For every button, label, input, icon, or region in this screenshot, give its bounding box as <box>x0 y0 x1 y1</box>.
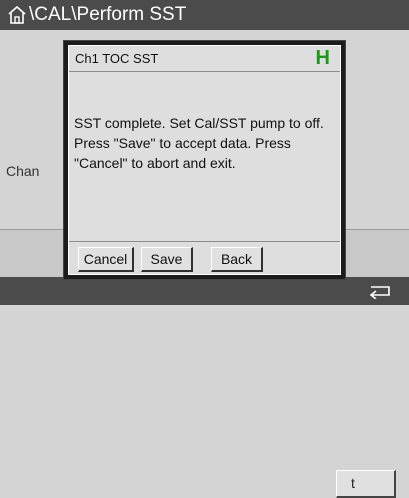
cancel-button[interactable]: Cancel <box>78 247 134 272</box>
dialog-button-bar: Cancel Save Back <box>69 241 340 274</box>
footer-bar <box>0 277 409 305</box>
breadcrumb-item-perform-sst: Perform SST <box>76 4 187 25</box>
dialog-body: Ch1 TOC SST H SST complete. Set Cal/SST … <box>68 45 341 275</box>
back-arrow-icon[interactable] <box>368 283 392 299</box>
dialog-titlebar: Ch1 TOC SST H <box>69 46 340 72</box>
back-button[interactable]: Back <box>211 247 263 272</box>
background-button[interactable]: t <box>336 470 396 498</box>
home-icon[interactable] <box>7 5 27 25</box>
status-badge: H <box>315 47 330 69</box>
breadcrumb-item-cal[interactable]: CAL <box>34 4 71 25</box>
breadcrumb: \CAL\Perform SST <box>29 4 186 26</box>
header-bar: \CAL\Perform SST <box>0 0 409 30</box>
background-button-label: t <box>351 475 355 491</box>
dialog-message: SST complete. Set Cal/SST pump to off. P… <box>74 115 324 171</box>
background-label: Chan <box>6 163 40 179</box>
sst-dialog: Ch1 TOC SST H SST complete. Set Cal/SST … <box>63 40 346 280</box>
save-button[interactable]: Save <box>141 247 193 272</box>
dialog-title: Ch1 TOC SST <box>75 51 159 66</box>
